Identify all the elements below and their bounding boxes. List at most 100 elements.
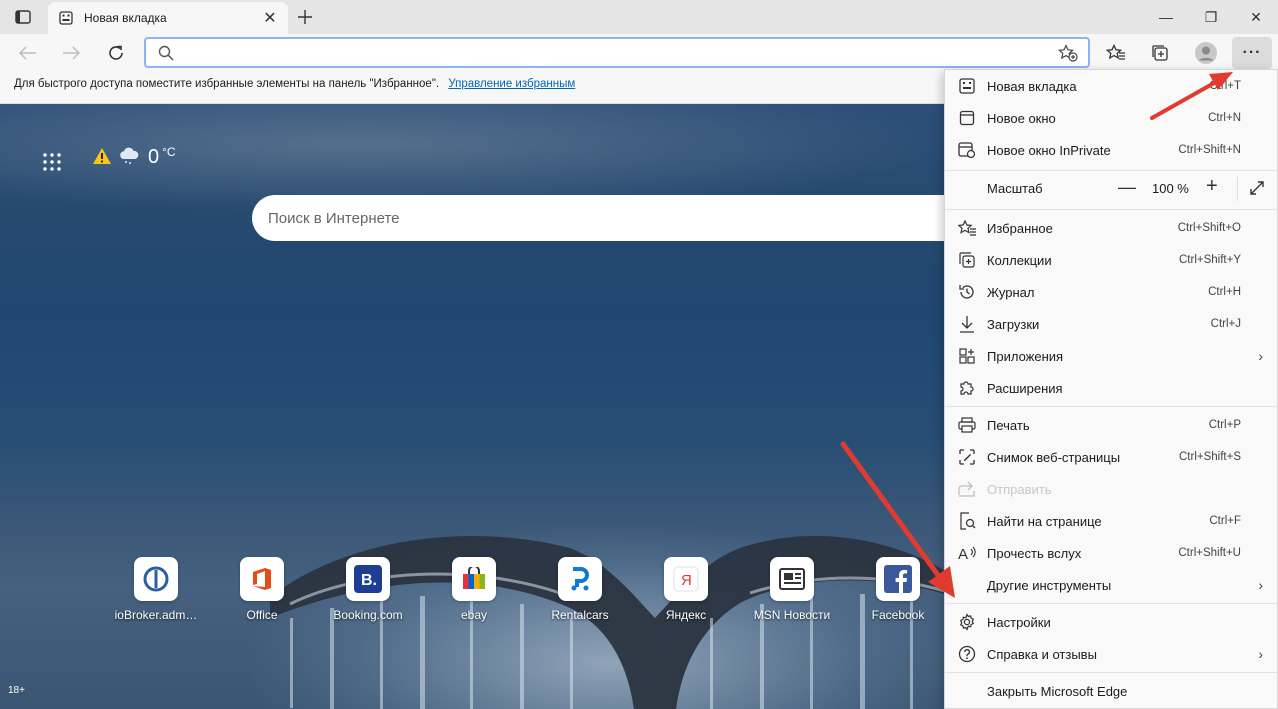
new-tab-button[interactable] — [294, 6, 316, 28]
quick-link-tile[interactable]: Rentalcars — [535, 557, 625, 622]
menu-item-shortcut: Ctrl+Shift+N — [1178, 144, 1241, 156]
read-aloud-icon: A — [958, 544, 976, 562]
yandex-icon: Я — [664, 557, 708, 601]
zoom-in-button[interactable]: + — [1206, 175, 1218, 198]
title-bar: Новая вкладка ✕ — ❐ ✕ — [0, 0, 1278, 34]
menu-item-more-tools[interactable]: Другие инструменты › — [945, 569, 1277, 601]
tab-title: Новая вкладка — [84, 11, 167, 25]
quick-link-tile[interactable]: Facebook — [853, 557, 943, 622]
menu-item-label: Другие инструменты — [987, 577, 1112, 593]
menu-item-label: Избранное — [987, 220, 1053, 236]
tile-label: Facebook — [871, 608, 925, 622]
menu-item-label: Новое окно InPrivate — [987, 142, 1111, 158]
menu-item-find-on-page[interactable]: Найти на странице Ctrl+F — [945, 505, 1277, 537]
ebay-icon — [452, 557, 496, 601]
quick-link-tile[interactable]: B. Booking.com — [323, 557, 413, 622]
back-button[interactable] — [17, 42, 39, 64]
settings-and-more-button[interactable]: ··· — [1232, 37, 1272, 69]
tile-label: Office — [246, 608, 278, 622]
menu-divider — [945, 209, 1277, 210]
menu-item-shortcut: Ctrl+Shift+S — [1179, 451, 1241, 463]
office-icon — [240, 557, 284, 601]
menu-item-read-aloud[interactable]: A Прочесть вслух Ctrl+Shift+U — [945, 537, 1277, 569]
menu-item-new-inprivate-window[interactable]: Новое окно InPrivate Ctrl+Shift+N — [945, 134, 1277, 166]
tab-close-icon[interactable]: ✕ — [262, 10, 278, 27]
menu-item-shortcut: Ctrl+T — [1209, 80, 1241, 92]
menu-item-shortcut: Ctrl+F — [1209, 515, 1241, 527]
menu-item-history[interactable]: Журнал Ctrl+H — [945, 276, 1277, 308]
menu-item-shortcut: Ctrl+Shift+O — [1177, 222, 1241, 234]
restore-button[interactable]: ❐ — [1202, 8, 1220, 26]
menu-item-label: Новая вкладка — [987, 78, 1077, 94]
menu-item-shortcut: Ctrl+Shift+U — [1178, 547, 1241, 559]
menu-item-shortcut: Ctrl+Shift+Y — [1179, 254, 1241, 266]
menu-item-collections[interactable]: Коллекции Ctrl+Shift+Y — [945, 244, 1277, 276]
find-page-icon — [958, 512, 976, 530]
window-icon — [958, 109, 976, 127]
menu-item-extensions[interactable]: Расширения — [945, 372, 1277, 404]
chevron-right-icon: › — [1258, 348, 1263, 364]
tile-label: ioBroker.adm… — [114, 608, 198, 622]
zoom-divider — [1237, 177, 1238, 201]
manage-favorites-link[interactable]: Управление избранным — [448, 78, 575, 90]
menu-divider — [945, 603, 1277, 604]
menu-item-settings[interactable]: Настройки — [945, 606, 1277, 638]
add-favorite-icon[interactable] — [1058, 44, 1078, 65]
collections-icon[interactable] — [1149, 42, 1171, 64]
menu-item-shortcut: Ctrl+P — [1208, 419, 1241, 431]
refresh-button[interactable] — [105, 42, 127, 64]
minimize-button[interactable]: — — [1157, 8, 1175, 26]
web-search-input[interactable] — [268, 209, 936, 227]
address-bar[interactable] — [144, 37, 1090, 68]
menu-divider — [945, 406, 1277, 407]
puzzle-icon — [958, 379, 976, 397]
menu-item-help-feedback[interactable]: Справка и отзывы › — [945, 638, 1277, 670]
rentalcars-icon — [558, 557, 602, 601]
menu-item-shortcut: Ctrl+J — [1210, 318, 1241, 330]
tab-actions-icon[interactable] — [10, 7, 36, 27]
menu-item-share[interactable]: Отправить — [945, 473, 1277, 505]
arrow-left-icon — [19, 46, 36, 60]
apps-grid-icon[interactable] — [42, 152, 62, 172]
fullscreen-icon[interactable] — [1249, 180, 1265, 199]
share-icon — [958, 480, 976, 498]
apps-icon — [958, 347, 976, 365]
menu-item-new-tab[interactable]: Новая вкладка Ctrl+T — [945, 70, 1277, 102]
zoom-out-button[interactable]: — — [1118, 177, 1136, 198]
collections-icon — [958, 251, 976, 269]
menu-item-label: Приложения — [987, 348, 1064, 364]
menu-item-label: Загрузки — [987, 316, 1040, 332]
weather-widget[interactable]: 0 °C — [92, 145, 176, 169]
quick-link-tile[interactable]: Office — [217, 557, 307, 622]
close-window-button[interactable]: ✕ — [1247, 8, 1265, 26]
quick-link-tile[interactable]: ebay — [429, 557, 519, 622]
iobroker-icon — [134, 557, 178, 601]
menu-item-label: Найти на странице — [987, 513, 1102, 529]
weather-temperature: 0 — [148, 146, 160, 168]
menu-item-label: Журнал — [987, 284, 1035, 300]
menu-item-favorites[interactable]: Избранное Ctrl+Shift+O — [945, 212, 1277, 244]
tab-new-tab[interactable]: Новая вкладка ✕ — [48, 2, 288, 34]
profile-avatar[interactable] — [1195, 42, 1217, 64]
quick-link-tile[interactable]: ioBroker.adm… — [111, 557, 201, 622]
menu-divider — [945, 672, 1277, 673]
web-search-box[interactable] — [252, 195, 952, 241]
menu-item-web-capture[interactable]: Снимок веб-страницы Ctrl+Shift+S — [945, 441, 1277, 473]
quick-link-tile[interactable]: MSN Новости — [747, 557, 837, 622]
menu-item-label: Прочесть вслух — [987, 545, 1082, 561]
menu-item-downloads[interactable]: Загрузки Ctrl+J — [945, 308, 1277, 340]
navigation-bar: ··· — [0, 34, 1278, 72]
search-icon — [158, 45, 174, 64]
age-rating-badge: 18+ — [8, 685, 25, 696]
menu-item-apps[interactable]: Приложения › — [945, 340, 1277, 372]
tile-label: Яндекс — [665, 608, 707, 622]
forward-button[interactable] — [60, 42, 82, 64]
menu-item-label: Закрыть Microsoft Edge — [987, 683, 1128, 699]
address-input[interactable] — [184, 43, 1044, 63]
menu-item-close-edge[interactable]: Закрыть Microsoft Edge — [945, 675, 1277, 707]
favorites-icon[interactable] — [1105, 42, 1127, 64]
quick-link-tile[interactable]: Я Яндекс — [641, 557, 731, 622]
menu-item-label: Снимок веб-страницы — [987, 449, 1121, 465]
menu-item-print[interactable]: Печать Ctrl+P — [945, 409, 1277, 441]
menu-item-new-window[interactable]: Новое окно Ctrl+N — [945, 102, 1277, 134]
